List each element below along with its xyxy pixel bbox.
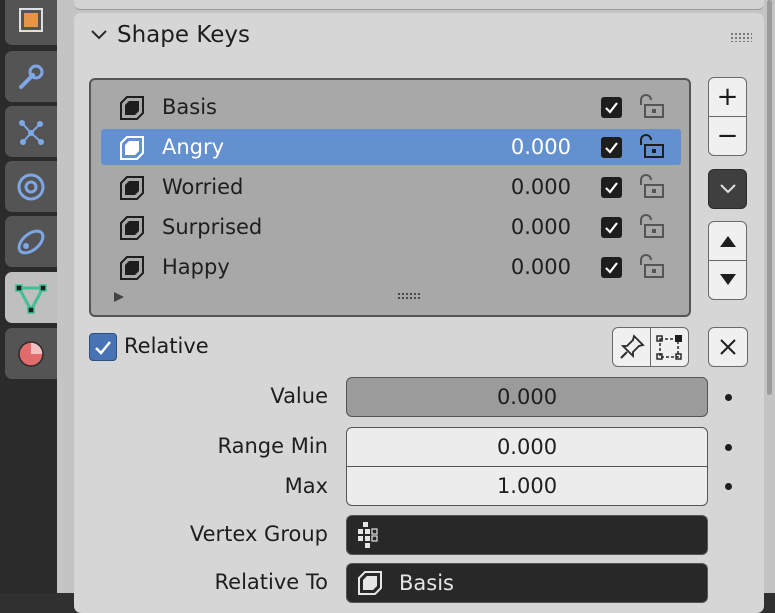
relative-to-value: Basis xyxy=(399,571,454,595)
shape-key-name: Basis xyxy=(162,95,217,119)
relative-to-label: Relative To xyxy=(214,570,328,594)
shape-key-name: Angry xyxy=(162,135,225,159)
checkmark-icon xyxy=(95,340,111,355)
particles-icon xyxy=(19,119,44,145)
list-item[interactable]: Worried 0.000 xyxy=(101,169,681,205)
list-item[interactable]: Basis xyxy=(101,89,681,125)
tab-physics[interactable] xyxy=(5,161,57,212)
panel-drag-grip-icon[interactable] xyxy=(730,32,752,42)
edit-mode-vertices-icon xyxy=(655,335,682,360)
chevron-down-icon xyxy=(719,184,736,194)
remove-shape-key-button[interactable]: − xyxy=(708,116,747,156)
scrollbar[interactable] xyxy=(767,0,772,395)
shape-key-enabled-checkbox[interactable] xyxy=(601,257,622,278)
checkmark-icon xyxy=(605,182,618,194)
shape-key-icon xyxy=(120,96,144,120)
add-shape-key-button[interactable]: + xyxy=(708,77,747,117)
shape-key-name: Surprised xyxy=(162,215,263,239)
relative-label[interactable]: Relative xyxy=(124,334,209,358)
shape-key-enabled-checkbox[interactable] xyxy=(601,177,622,198)
tab-constraints[interactable] xyxy=(5,216,57,267)
relative-to-field[interactable]: Basis xyxy=(346,563,708,603)
shape-key-name: Happy xyxy=(162,255,230,279)
shape-key-list: Basis Angry 0.000 Worried 0.000 Surprise… xyxy=(89,78,691,317)
shape-key-value[interactable]: 0.000 xyxy=(511,135,571,159)
minus-icon: − xyxy=(716,121,739,151)
keyframe-dot-icon[interactable] xyxy=(725,483,732,490)
physics-icon xyxy=(17,173,45,200)
unlocked-icon[interactable] xyxy=(637,133,667,161)
keyframe-dot-icon[interactable] xyxy=(725,444,732,451)
wrench-modifier-icon xyxy=(19,64,44,89)
shape-key-specials-menu-button[interactable] xyxy=(708,169,747,209)
list-resize-grip-icon[interactable] xyxy=(397,292,421,300)
move-up-button[interactable] xyxy=(708,221,747,261)
list-item-selected[interactable]: Angry 0.000 xyxy=(101,129,681,165)
list-item[interactable]: Happy 0.000 xyxy=(101,249,681,285)
mesh-data-icon xyxy=(15,283,47,314)
shape-key-value[interactable]: 0.000 xyxy=(511,255,571,279)
checkmark-icon xyxy=(605,222,618,234)
properties-tab-bar xyxy=(0,0,57,593)
unlocked-icon[interactable] xyxy=(637,173,667,201)
shape-key-icon xyxy=(120,216,144,240)
shape-key-value[interactable]: 0.000 xyxy=(511,175,571,199)
shape-key-enabled-checkbox[interactable] xyxy=(601,97,622,118)
close-icon xyxy=(720,339,736,355)
keyframe-dot-icon[interactable] xyxy=(725,394,732,401)
checkmark-icon xyxy=(605,142,618,154)
constraints-icon xyxy=(17,229,45,254)
shape-key-name: Worried xyxy=(162,175,244,199)
vertex-group-field[interactable] xyxy=(346,515,708,555)
unlocked-icon[interactable] xyxy=(637,253,667,281)
tab-material[interactable] xyxy=(5,328,57,379)
shape-key-icon xyxy=(120,176,144,200)
panel-title[interactable]: Shape Keys xyxy=(117,22,250,48)
list-item[interactable]: Surprised 0.000 xyxy=(101,209,681,245)
tab-mesh-data[interactable] xyxy=(5,272,57,323)
shape-key-icon xyxy=(120,136,144,160)
shape-key-lock-pin-button[interactable] xyxy=(612,327,651,367)
expand-triangle-icon[interactable] xyxy=(113,291,125,303)
pin-icon xyxy=(619,334,645,359)
triangle-down-icon xyxy=(719,274,736,285)
max-label: Max xyxy=(284,474,328,498)
range-min-field[interactable]: 0.000 xyxy=(346,427,708,467)
clear-button[interactable] xyxy=(708,327,748,367)
plus-icon: + xyxy=(716,82,739,112)
unlocked-icon[interactable] xyxy=(637,93,667,121)
object-icon xyxy=(19,7,43,32)
vertex-group-label: Vertex Group xyxy=(189,522,328,546)
value-label: Value xyxy=(270,384,328,408)
tab-modifiers[interactable] xyxy=(5,51,57,102)
material-icon xyxy=(18,340,44,367)
range-min-label: Range Min xyxy=(217,434,329,458)
shape-key-icon xyxy=(120,256,144,280)
relative-checkbox[interactable] xyxy=(89,333,117,361)
shape-key-icon xyxy=(358,571,382,595)
previous-panel-edge xyxy=(74,0,764,10)
tab-particles[interactable] xyxy=(5,106,57,157)
shape-key-enabled-checkbox[interactable] xyxy=(601,137,622,158)
move-down-button[interactable] xyxy=(708,260,747,300)
edit-mode-shape-button[interactable] xyxy=(650,327,689,367)
tab-object[interactable] xyxy=(5,0,57,45)
value-slider[interactable]: 0.000 xyxy=(346,377,708,417)
shape-key-enabled-checkbox[interactable] xyxy=(601,217,622,238)
shape-key-value[interactable]: 0.000 xyxy=(511,215,571,239)
triangle-up-icon xyxy=(719,236,736,247)
max-field[interactable]: 1.000 xyxy=(346,466,708,506)
checkmark-icon xyxy=(605,262,618,274)
chevron-down-icon[interactable] xyxy=(90,29,108,41)
vertex-group-icon xyxy=(358,522,378,548)
checkmark-icon xyxy=(605,102,618,114)
unlocked-icon[interactable] xyxy=(637,213,667,241)
